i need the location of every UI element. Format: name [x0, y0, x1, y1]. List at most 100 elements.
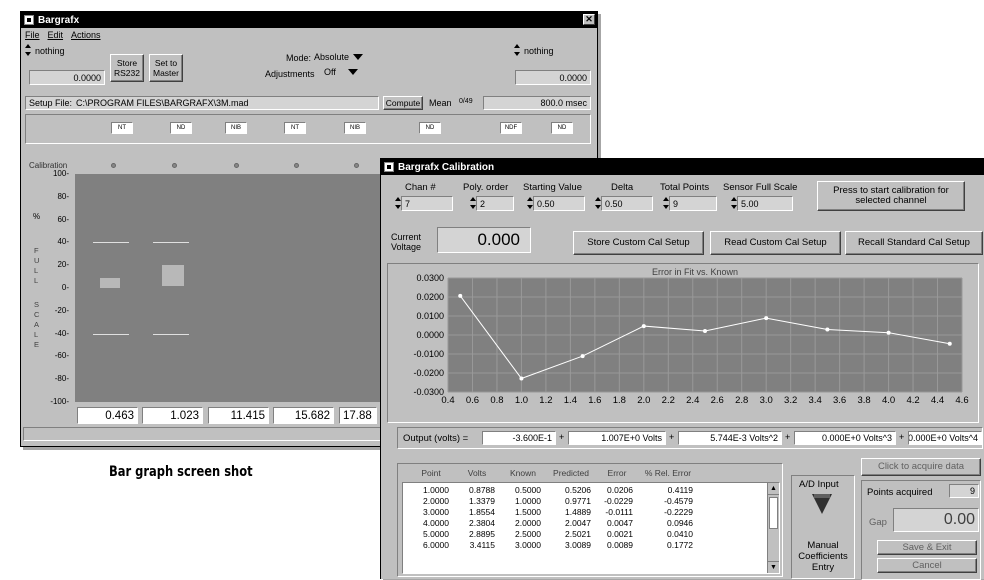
adjustments-dropdown[interactable]: Off	[314, 67, 358, 77]
x-tick-label: 2.8	[735, 395, 748, 406]
acquire-data-button[interactable]: Click to acquire data	[861, 458, 981, 476]
store-custom-cal-button[interactable]: Store Custom Cal Setup	[573, 231, 704, 255]
msec-value: 800.0 msec	[483, 96, 591, 110]
starting-value-spinner-icon[interactable]	[526, 197, 533, 209]
total-points-input[interactable]: 9	[669, 196, 717, 211]
sensor-full-scale-input[interactable]: 5.00	[737, 196, 793, 211]
calibration-knob-icon[interactable]	[172, 163, 177, 168]
mode-value: Absolute	[314, 52, 350, 62]
table-body: 1.0000 0.8788 0.5000 0.5206 0.0206 0.4119 2.00…	[402, 482, 780, 574]
calibration-knob-icon[interactable]	[234, 163, 239, 168]
y-tick-label: -60-	[54, 351, 69, 361]
delta-spinner-icon[interactable]	[594, 197, 601, 209]
table-row[interactable]: 3.0000 1.8554 1.5000 1.4889 -0.0111 -0.2229	[403, 507, 763, 518]
table-cell: 0.0021	[607, 529, 633, 539]
table-cell: 1.0000	[515, 496, 541, 506]
scroll-thumb[interactable]	[769, 497, 778, 529]
table-cell: 0.0946	[667, 518, 693, 528]
right-selector-spinner-icon[interactable]	[513, 44, 520, 56]
menu-edit[interactable]: Edit	[48, 30, 64, 40]
table-cell: 1.8554	[469, 507, 495, 517]
y-tick-label: 0.0100	[416, 311, 444, 321]
cancel-button[interactable]: Cancel	[877, 558, 977, 573]
manual-coefficients-label[interactable]: Manual Coefficients Entry	[794, 540, 852, 573]
y-tick-label: 100-	[52, 169, 69, 178]
read-custom-cal-button[interactable]: Read Custom Cal Setup	[710, 231, 841, 255]
mean-value: 0/49	[459, 98, 473, 105]
plus-sign: +	[899, 432, 905, 442]
data-point	[825, 327, 830, 332]
left-selector-spinner-icon[interactable]	[24, 44, 31, 56]
scroll-down-icon[interactable]: ▼	[768, 561, 779, 573]
starting-value-input[interactable]: 0.50	[533, 196, 585, 211]
x-tick-label: 4.0	[882, 395, 895, 406]
y-tick-label: -80-	[54, 374, 69, 384]
table-scrollbar[interactable]: ▲ ▼	[767, 483, 779, 573]
chan-spinner-icon[interactable]	[394, 197, 401, 209]
bar-graph-plot	[75, 174, 397, 402]
menu-actions[interactable]: Actions	[71, 30, 101, 40]
x-tick-label: 0.6	[466, 395, 479, 406]
x-tick-label: 2.4	[686, 395, 699, 406]
right-selector[interactable]: nothing	[521, 44, 591, 58]
mode-dropdown[interactable]: Absolute	[314, 52, 364, 62]
save-exit-button[interactable]: Save & Exit	[877, 540, 977, 555]
data-point	[886, 330, 891, 335]
compute-button[interactable]: Compute	[383, 96, 423, 110]
bottom-value-field: 15.682	[273, 407, 334, 424]
recall-standard-cal-button[interactable]: Recall Standard Cal Setup	[845, 231, 983, 255]
channel-box: ND	[419, 122, 441, 134]
table-row[interactable]: 4.0000 2.3804 2.0000 2.0047 0.0047 0.0946	[403, 518, 763, 529]
x-tick-label: 2.6	[711, 395, 724, 406]
y-tick-label: 0.0300	[416, 273, 444, 283]
calibration-knob-icon[interactable]	[111, 163, 116, 168]
table-row[interactable]: 6.0000 3.4115 3.0000 3.0089 0.0089 0.1772	[403, 540, 763, 551]
bottom-value-field: 0.463	[77, 407, 138, 424]
menu-file[interactable]: File	[25, 30, 40, 40]
table-header-cell: Volts	[467, 468, 487, 478]
coef0-field: -3.600E-1	[482, 431, 556, 445]
setup-file-path: C:\PROGRAM FILES\BARGRAFX\3M.mad	[76, 98, 249, 108]
chan-input[interactable]: 7	[401, 196, 453, 211]
x-tick-label: 4.4	[931, 395, 944, 406]
set-to-master-button[interactable]: Set to Master	[149, 54, 183, 82]
bar-limit-line	[93, 333, 129, 335]
full-scale-letter: E	[34, 340, 40, 349]
data-point	[703, 329, 707, 334]
table-row[interactable]: 5.0000 2.8895 2.5000 2.5021 0.0021 0.0410	[403, 529, 763, 540]
calibration-title-bar[interactable]: Bargrafx Calibration	[381, 159, 984, 175]
store-rs232-button[interactable]: Store RS232	[110, 54, 144, 82]
poly-order-input[interactable]: 2	[476, 196, 514, 211]
mode-label: Mode:	[286, 53, 312, 63]
table-cell: 0.9771	[565, 496, 591, 506]
table-cell: 2.0047	[565, 518, 591, 528]
x-tick-label: 3.4	[809, 395, 822, 406]
table-row[interactable]: 2.0000 1.3379 1.0000 0.9771 -0.0229 -0.4579	[403, 496, 763, 507]
poly-spinner-icon[interactable]	[469, 197, 476, 209]
delta-input[interactable]: 0.50	[601, 196, 653, 211]
table-cell: 0.5000	[515, 485, 541, 495]
table-cell: 3.0089	[565, 540, 591, 550]
ad-input-panel: A/D Input Manual Coefficients Entry	[791, 475, 855, 579]
total-points-spinner-icon[interactable]	[662, 197, 669, 209]
close-icon[interactable]: ✕	[583, 14, 595, 25]
current-voltage-label: Current Voltage	[391, 232, 422, 252]
table-row[interactable]: 1.0000 0.8788 0.5000 0.5206 0.0206 0.4119	[403, 485, 763, 496]
full-scale-letter: C	[34, 310, 40, 319]
main-menubar: File Edit Actions	[21, 28, 597, 41]
main-title-bar[interactable]: Bargrafx ✕	[21, 12, 597, 28]
scroll-up-icon[interactable]: ▲	[768, 483, 779, 495]
left-selector[interactable]: nothing	[32, 44, 102, 58]
start-calibration-button[interactable]: Press to start calibration for selected …	[817, 181, 965, 211]
sensor-spinner-icon[interactable]	[730, 197, 737, 209]
channel-box: NIB	[344, 122, 366, 134]
calibration-knob-icon[interactable]	[294, 163, 299, 168]
y-tick-label: -0.0100	[413, 349, 444, 359]
table-header-cell: Known	[510, 468, 536, 478]
channel-box: ND	[170, 122, 192, 134]
y-tick-label: -100-	[50, 397, 69, 406]
calibration-knob-icon[interactable]	[354, 163, 359, 168]
plus-sign: +	[785, 432, 791, 442]
main-title: Bargrafx	[38, 14, 80, 26]
points-acquired-label: Points acquired	[867, 487, 933, 498]
